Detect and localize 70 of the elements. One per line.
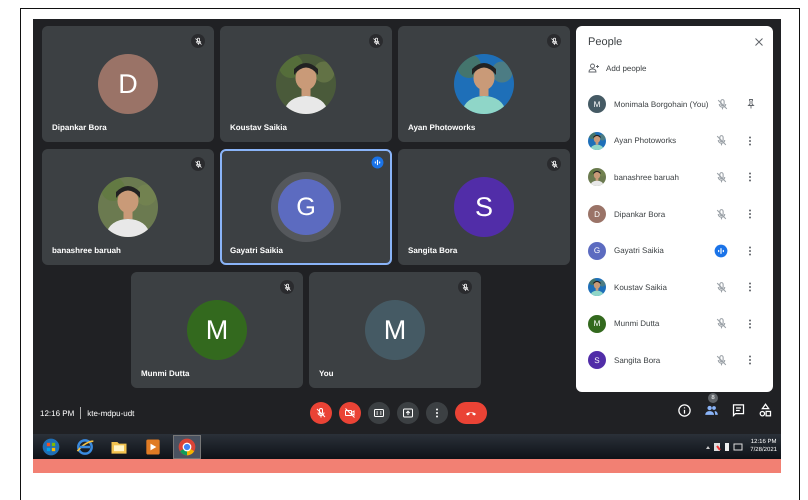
participant-name: banashree baruah (52, 246, 121, 255)
meeting-time: 12:16 PM (40, 408, 74, 418)
avatar: M (365, 300, 425, 360)
present-button[interactable] (397, 402, 419, 424)
avatar: M (187, 300, 247, 360)
participant-name: Koustav Saikia (614, 282, 668, 292)
avatar: M (588, 314, 606, 333)
participant-name: Ayan Photoworks (614, 136, 678, 146)
mic-off-icon (282, 282, 292, 292)
tray-icons-drawing (705, 442, 746, 452)
participant-name: You (319, 369, 334, 378)
chat-button[interactable] (731, 403, 746, 418)
participant-name: Monimala Borgohain (You) (614, 100, 708, 109)
participant-name: Koustav Saikia (230, 123, 287, 132)
more-button[interactable] (426, 402, 448, 424)
participant-name: Munmi Dutta (614, 319, 660, 328)
activities-button[interactable] (758, 403, 773, 418)
camera-off-button[interactable] (339, 402, 361, 424)
audio-bars-icon (371, 156, 384, 169)
chat-icon (731, 403, 746, 418)
captions-button[interactable] (368, 402, 390, 424)
mic-off-icon (550, 36, 558, 46)
info-button[interactable] (677, 403, 692, 418)
pin-icon (744, 98, 757, 110)
participant-name: banashree baruah (614, 172, 680, 182)
present-icon (402, 407, 414, 419)
info-icon (677, 403, 692, 418)
video-tile[interactable]: M Munmi Dutta (131, 272, 303, 388)
video-tile[interactable]: banashree baruah (42, 149, 214, 265)
panel-title: People (588, 36, 622, 48)
chrome-icon[interactable] (173, 434, 201, 458)
mic-off-icon (194, 36, 202, 46)
mic-off-icon (315, 407, 327, 419)
video-tile[interactable]: G Gayatri Saikia (220, 149, 392, 265)
add-people-button[interactable]: Add people (588, 62, 646, 74)
avatar: D (98, 54, 158, 114)
mic-off-icon (194, 160, 202, 168)
participant-name: Munmi Dutta (141, 369, 190, 378)
camera-off-icon (344, 407, 356, 419)
close-icon (753, 36, 765, 48)
participant-name: Dipankar Bora (614, 210, 666, 219)
mic-off-button[interactable] (310, 402, 332, 424)
video-tile[interactable]: S Sangita Bora (398, 149, 570, 265)
people-icon (704, 403, 719, 418)
participant-name: Dipankar Bora (52, 123, 107, 132)
video-tile[interactable]: D Dipankar Bora (42, 26, 214, 142)
shapes-icon (758, 403, 773, 418)
avatar: G (278, 179, 334, 235)
end-call-button[interactable] (455, 402, 487, 424)
avatar: S (454, 177, 514, 237)
video-tile[interactable]: Koustav Saikia (220, 26, 392, 142)
mic-off-icon (550, 160, 558, 168)
meeting-code: kte-mdpu-udt (87, 408, 134, 418)
people-button[interactable] (704, 403, 719, 418)
participant-name: Sangita Bora (614, 356, 662, 365)
participant-name: Ayan Photoworks (408, 123, 476, 132)
avatar: M (588, 95, 606, 114)
participant-name: Gayatri Saikia (230, 246, 283, 255)
captions-icon (373, 407, 385, 419)
avatar: D (588, 205, 606, 224)
participant-name: Sangita Bora (408, 246, 458, 255)
close-button[interactable] (753, 36, 765, 48)
video-tile[interactable]: M You (309, 272, 481, 388)
participant-name: Gayatri Saikia (614, 246, 665, 256)
video-tile[interactable]: Ayan Photoworks (398, 26, 570, 142)
avatar: G (588, 242, 606, 260)
mic-off-icon (372, 36, 380, 46)
avatar: S (588, 351, 606, 370)
mic-off-icon (460, 282, 470, 292)
add-person-icon (588, 62, 600, 74)
